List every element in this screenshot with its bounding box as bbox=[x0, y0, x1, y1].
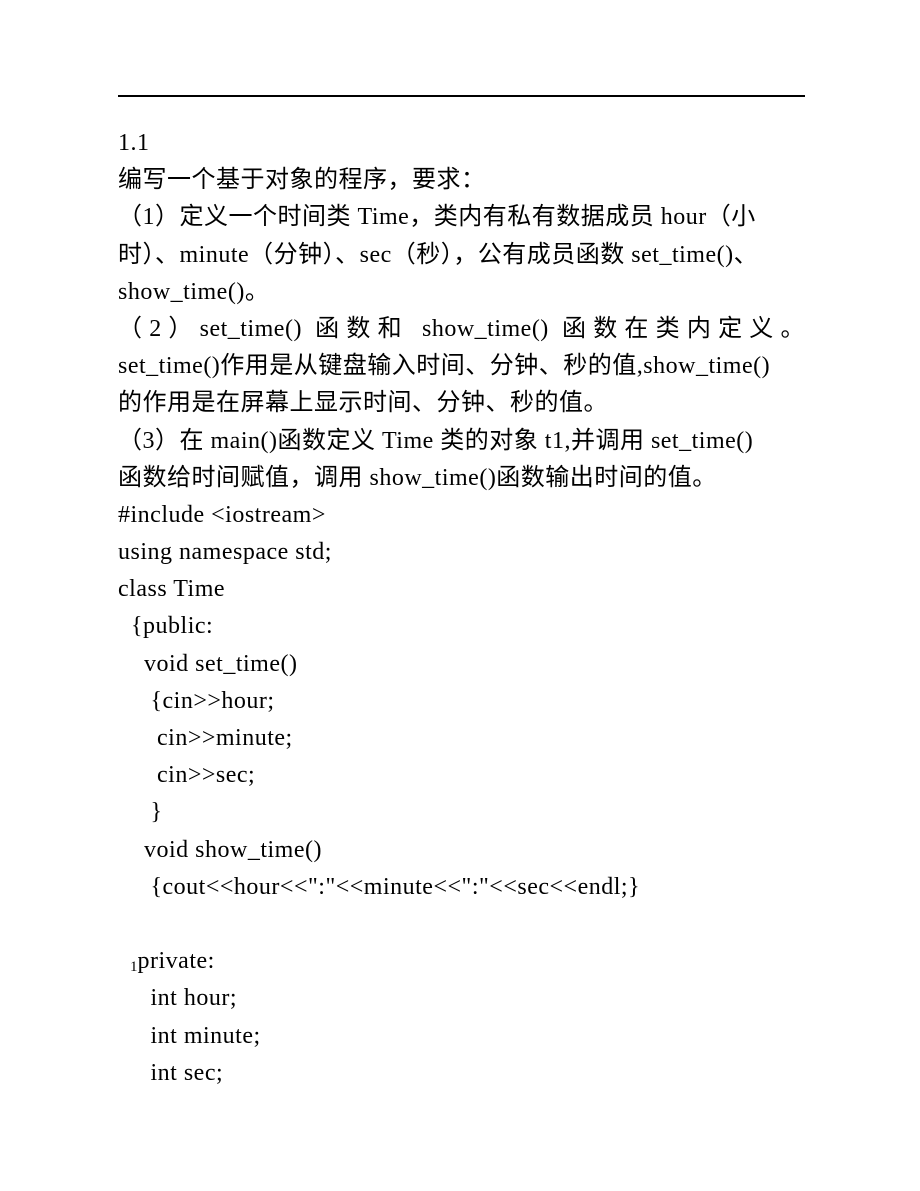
text-line: #include <iostream> bbox=[118, 497, 805, 534]
text-line: int hour; bbox=[118, 980, 805, 1017]
text-line: （1）定义一个时间类 Time，类内有私有数据成员 hour（小 bbox=[118, 199, 805, 236]
text-line: set_time()作用是从键盘输入时间、分钟、秒的值,show_time() bbox=[118, 348, 805, 385]
text-line: cin>>minute; bbox=[118, 720, 805, 757]
text-line: 时）、minute（分钟）、sec（秒），公有成员函数 set_time()、 bbox=[118, 237, 805, 274]
text-line: class Time bbox=[118, 571, 805, 608]
text-line: } bbox=[118, 794, 805, 831]
text-line: int sec; bbox=[118, 1055, 805, 1092]
page-number: 1 bbox=[130, 959, 138, 976]
text-line: private: bbox=[118, 943, 805, 980]
text-line: 函数给时间赋值，调用 show_time()函数输出时间的值。 bbox=[118, 460, 805, 497]
document-content: 1.1编写一个基于对象的程序，要求：（1）定义一个时间类 Time，类内有私有数… bbox=[118, 125, 805, 1092]
text-line: show_time()。 bbox=[118, 274, 805, 311]
text-line: void show_time() bbox=[118, 832, 805, 869]
horizontal-rule bbox=[118, 95, 805, 97]
text-line: 的作用是在屏幕上显示时间、分钟、秒的值。 bbox=[118, 385, 805, 422]
text-line: （2）set_time() 函数和 show_time() 函数在类内定义。 bbox=[118, 311, 805, 348]
text-line: {cin>>hour; bbox=[118, 683, 805, 720]
text-line: （3）在 main()函数定义 Time 类的对象 t1,并调用 set_tim… bbox=[118, 423, 805, 460]
text-line: 编写一个基于对象的程序，要求： bbox=[118, 162, 805, 199]
text-line: int minute; bbox=[118, 1018, 805, 1055]
text-line: 1.1 bbox=[118, 125, 805, 162]
text-line: using namespace std; bbox=[118, 534, 805, 571]
text-line: {cout<<hour<<":"<<minute<<":"<<sec<<endl… bbox=[118, 869, 805, 906]
document-page: 1.1编写一个基于对象的程序，要求：（1）定义一个时间类 Time，类内有私有数… bbox=[0, 0, 920, 1191]
text-line bbox=[118, 906, 805, 943]
text-line: cin>>sec; bbox=[118, 757, 805, 794]
text-line: void set_time() bbox=[118, 646, 805, 683]
text-line: {public: bbox=[118, 608, 805, 645]
